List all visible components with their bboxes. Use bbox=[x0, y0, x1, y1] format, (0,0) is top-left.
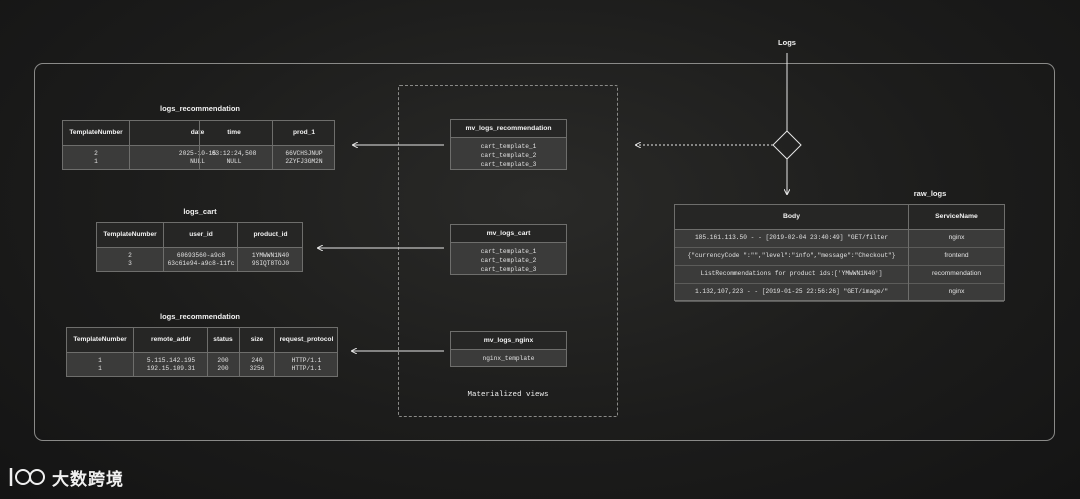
table-cell: 1.132,107,223 - - [2019-01-25 22:56:26] … bbox=[694, 288, 889, 295]
view-name: mv_logs_nginx bbox=[451, 332, 566, 350]
column-header: request_protocol bbox=[279, 336, 334, 343]
view-item: nginx_template bbox=[482, 355, 535, 362]
diagram-canvas: Logs logs_recommendation TemplateNumber … bbox=[0, 0, 1080, 499]
table-cell: recommendation bbox=[931, 270, 982, 277]
table-cell: 1YMWWN1N40 bbox=[251, 252, 290, 259]
table-row: ListRecommendations for product ids:['YM… bbox=[675, 265, 1004, 284]
column-header: product_id bbox=[253, 231, 288, 238]
table-cell: nginx bbox=[948, 288, 965, 295]
column-header: user_id bbox=[189, 231, 213, 238]
table-cell: HTTP/1.1 bbox=[291, 365, 322, 372]
table-title-recommendation: logs_recommendation bbox=[159, 104, 241, 113]
table-cell: HTTP/1.1 bbox=[291, 357, 322, 364]
table-cell: 9SIQT8TOJ0 bbox=[251, 260, 290, 267]
column-header: remote_addr bbox=[151, 336, 191, 343]
table-cell: 240 bbox=[251, 357, 263, 364]
table-cell: 192.15.109.31 bbox=[146, 365, 196, 372]
table-cell: 2 bbox=[94, 150, 98, 157]
table-cell: 2ZYFJ3GM2N bbox=[285, 158, 323, 165]
column-header: prod_1 bbox=[293, 129, 315, 136]
table-cell: 185.161.113.50 - - [2019-02-04 23:40:49]… bbox=[694, 234, 889, 241]
table-cell: 60693560-a9c8 bbox=[176, 252, 226, 259]
column-header: TemplateNumber bbox=[103, 231, 157, 238]
view-item: cart_template_3 bbox=[480, 266, 537, 273]
table-cell: 2 bbox=[128, 252, 132, 259]
table-cell: 200 bbox=[217, 357, 229, 364]
table-cell: 5.115.142.195 bbox=[146, 357, 196, 364]
view-mv-logs-cart: mv_logs_cart cart_template_1 cart_templa… bbox=[450, 224, 567, 275]
table-logs-cart: TemplateNumber 2 3 user_id 60693560-a9c8… bbox=[96, 222, 303, 272]
table-cell: 200 bbox=[217, 365, 229, 372]
column-header: status bbox=[213, 336, 233, 343]
raw-logs-header: Body ServiceName bbox=[675, 205, 1004, 230]
table-cell: nginx bbox=[948, 234, 965, 241]
table-cell: 03:12:24,508 bbox=[211, 150, 257, 157]
column-header: ServiceName bbox=[935, 213, 978, 220]
table-cell: 66VCHSJNUP bbox=[285, 150, 323, 157]
view-item: cart_template_2 bbox=[480, 257, 537, 264]
table-cell: NULL bbox=[226, 158, 242, 165]
view-item: cart_template_3 bbox=[480, 161, 537, 168]
table-cell: 3256 bbox=[249, 365, 265, 372]
table-cell: 1 bbox=[94, 158, 98, 165]
view-item: cart_template_1 bbox=[480, 143, 537, 150]
column-header: time bbox=[227, 129, 241, 136]
view-name: mv_logs_recommendation bbox=[451, 120, 566, 138]
column-header: TemplateNumber bbox=[69, 129, 123, 136]
table-row: {"currencyCode ":"","level":"info","mess… bbox=[675, 247, 1004, 266]
router-diamond bbox=[772, 130, 802, 160]
table-cell: ListRecommendations for product ids:['YM… bbox=[700, 270, 883, 277]
view-name: mv_logs_cart bbox=[451, 225, 566, 243]
table-cell: 3 bbox=[128, 260, 132, 267]
table-row: 185.161.113.50 - - [2019-02-04 23:40:49]… bbox=[675, 229, 1004, 248]
table-row: 1.132,107,223 - - [2019-01-25 22:56:26] … bbox=[675, 283, 1004, 302]
raw-logs-title: raw_logs bbox=[913, 189, 947, 198]
table-logs-recommendation: TemplateNumber 2 1 date 2025-10-15 NULL … bbox=[62, 120, 335, 170]
brand-logo bbox=[8, 466, 50, 490]
column-header: size bbox=[250, 336, 264, 343]
column-header: Body bbox=[783, 213, 800, 220]
logs-label: Logs bbox=[778, 38, 796, 47]
table-cell: 63c61e94-a9c8-11fc bbox=[167, 260, 235, 267]
table-raw-logs: Body ServiceName 185.161.113.50 - - [201… bbox=[674, 204, 1005, 302]
view-item: cart_template_1 bbox=[480, 248, 537, 255]
table-cell: 1 bbox=[98, 365, 102, 372]
view-item: cart_template_2 bbox=[480, 152, 537, 159]
table-logs-nginx: TemplateNumber 1 1 remote_addr 5.115.142… bbox=[66, 327, 338, 377]
brand-text: 大数跨境 bbox=[52, 470, 124, 489]
view-mv-logs-recommendation: mv_logs_recommendation cart_template_1 c… bbox=[450, 119, 567, 170]
table-cell: {"currencyCode ":"","level":"info","mess… bbox=[687, 252, 896, 259]
table-cell: frontend bbox=[944, 252, 969, 259]
view-mv-logs-nginx: mv_logs_nginx nginx_template bbox=[450, 331, 567, 367]
materialized-views-label: Materialized views bbox=[467, 391, 549, 399]
table-title-cart: logs_cart bbox=[183, 207, 217, 216]
column-header: TemplateNumber bbox=[73, 336, 127, 343]
table-title-nginx: logs_recommendation bbox=[159, 312, 241, 321]
table-cell: 1 bbox=[98, 357, 102, 364]
